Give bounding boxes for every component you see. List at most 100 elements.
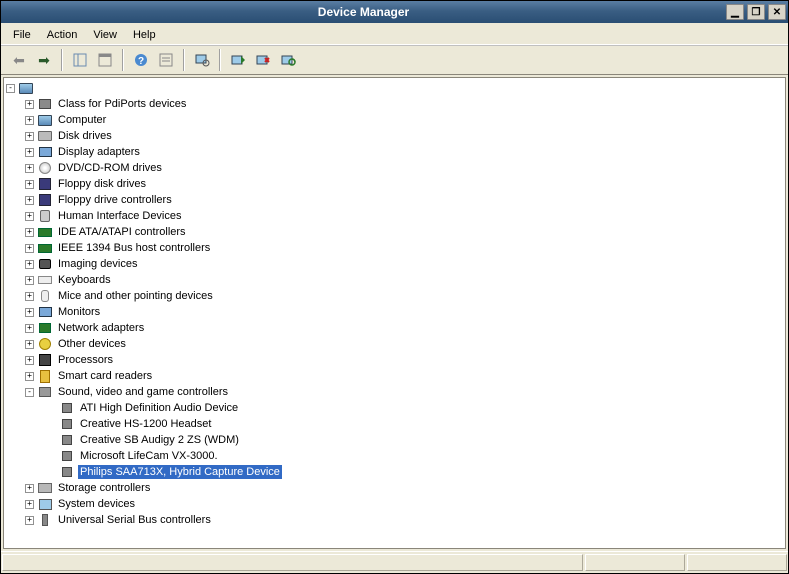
device-label[interactable]: ATI High Definition Audio Device (78, 401, 240, 415)
menu-view[interactable]: View (85, 27, 125, 43)
category-label[interactable]: Universal Serial Bus controllers (56, 513, 213, 527)
help-button[interactable]: ? (129, 48, 153, 72)
category-label[interactable]: Floppy disk drives (56, 177, 148, 191)
tree-device[interactable]: Creative HS-1200 Headset (44, 416, 785, 432)
tree-category[interactable]: + Floppy drive controllers (25, 192, 785, 208)
tree-category[interactable]: + Universal Serial Bus controllers (25, 512, 785, 528)
tree-category[interactable]: + IEEE 1394 Bus host controllers (25, 240, 785, 256)
expand-icon[interactable]: + (25, 228, 34, 237)
tree-category[interactable]: + Keyboards (25, 272, 785, 288)
category-label[interactable]: DVD/CD-ROM drives (56, 161, 164, 175)
category-label[interactable]: Human Interface Devices (56, 209, 184, 223)
tree-category[interactable]: + Imaging devices (25, 256, 785, 272)
category-label[interactable]: Keyboards (56, 273, 113, 287)
category-label[interactable]: Disk drives (56, 129, 114, 143)
scan-button[interactable] (190, 48, 214, 72)
category-label[interactable]: Network adapters (56, 321, 146, 335)
tree-view[interactable]: - + Class for PdiPorts devices + Computer + D… (3, 77, 786, 549)
expand-icon[interactable]: + (25, 212, 34, 221)
forward-button[interactable]: ➡ (32, 48, 56, 72)
update-driver-button[interactable] (226, 48, 250, 72)
tree-category[interactable]: + Storage controllers (25, 480, 785, 496)
category-label[interactable]: Other devices (56, 337, 128, 351)
tree-category[interactable]: + Network adapters (25, 320, 785, 336)
device-label[interactable]: Creative SB Audigy 2 ZS (WDM) (78, 433, 241, 447)
category-label[interactable]: System devices (56, 497, 137, 511)
console-tree-button[interactable] (68, 48, 92, 72)
titlebar[interactable]: Device Manager ▁ ❐ ✕ (1, 1, 788, 23)
category-label[interactable]: Smart card readers (56, 369, 154, 383)
tree-category[interactable]: + Smart card readers (25, 368, 785, 384)
toolbar-separator (61, 49, 63, 71)
category-label[interactable]: IDE ATA/ATAPI controllers (56, 225, 188, 239)
expand-icon[interactable]: + (25, 372, 34, 381)
expand-icon[interactable]: + (25, 260, 34, 269)
tree-category[interactable]: + IDE ATA/ATAPI controllers (25, 224, 785, 240)
back-button[interactable]: ⬅ (7, 48, 31, 72)
expand-icon[interactable]: + (25, 516, 34, 525)
minimize-button[interactable]: ▁ (726, 4, 744, 20)
expand-icon[interactable]: + (25, 500, 34, 509)
tree-category[interactable]: + System devices (25, 496, 785, 512)
category-label[interactable]: IEEE 1394 Bus host controllers (56, 241, 212, 255)
collapse-icon[interactable]: - (25, 388, 34, 397)
expand-icon[interactable]: + (25, 148, 34, 157)
tree-category[interactable]: + Class for PdiPorts devices (25, 96, 785, 112)
category-label[interactable]: Display adapters (56, 145, 142, 159)
tree-device[interactable]: Microsoft LifeCam VX-3000. (44, 448, 785, 464)
expand-icon[interactable]: + (25, 164, 34, 173)
expand-icon[interactable]: + (25, 340, 34, 349)
menu-help[interactable]: Help (125, 27, 164, 43)
category-label[interactable]: Floppy drive controllers (56, 193, 174, 207)
tree-device[interactable]: Philips SAA713X, Hybrid Capture Device (44, 464, 785, 480)
expand-icon[interactable]: + (25, 180, 34, 189)
expand-icon[interactable]: + (25, 484, 34, 493)
tree-category[interactable]: + Disk drives (25, 128, 785, 144)
close-button[interactable]: ✕ (768, 4, 786, 20)
tree-spacer (44, 404, 56, 413)
expand-icon[interactable]: + (25, 244, 34, 253)
collapse-icon[interactable]: - (6, 84, 15, 93)
tree-category[interactable]: + Floppy disk drives (25, 176, 785, 192)
category-label[interactable]: Computer (56, 113, 108, 127)
category-label[interactable]: Mice and other pointing devices (56, 289, 215, 303)
tree-category[interactable]: + Other devices (25, 336, 785, 352)
category-label[interactable]: Monitors (56, 305, 102, 319)
expand-icon[interactable]: + (25, 292, 34, 301)
tree-category[interactable]: + Monitors (25, 304, 785, 320)
tree-device[interactable]: ATI High Definition Audio Device (44, 400, 785, 416)
tree-category[interactable]: + Computer (25, 112, 785, 128)
uninstall-button[interactable] (251, 48, 275, 72)
expand-icon[interactable]: + (25, 356, 34, 365)
expand-icon[interactable]: + (25, 324, 34, 333)
tree-category[interactable]: + Mice and other pointing devices (25, 288, 785, 304)
expand-icon[interactable]: + (25, 276, 34, 285)
menu-file[interactable]: File (5, 27, 39, 43)
tree-category[interactable]: - Sound, video and game controllers (25, 384, 785, 400)
tree-root-node[interactable]: - + Class for PdiPorts devices + Computer + D… (6, 80, 785, 528)
category-label[interactable]: Sound, video and game controllers (56, 385, 230, 399)
disable-button[interactable] (276, 48, 300, 72)
tree-category[interactable]: + Display adapters (25, 144, 785, 160)
expand-icon[interactable]: + (25, 196, 34, 205)
root-label[interactable] (37, 87, 41, 89)
category-label[interactable]: Processors (56, 353, 115, 367)
show-hidden-button[interactable] (154, 48, 178, 72)
device-label[interactable]: Philips SAA713X, Hybrid Capture Device (78, 465, 282, 479)
expand-icon[interactable]: + (25, 308, 34, 317)
tree-category[interactable]: + Human Interface Devices (25, 208, 785, 224)
expand-icon[interactable]: + (25, 132, 34, 141)
expand-icon[interactable]: + (25, 100, 34, 109)
tree-category[interactable]: + DVD/CD-ROM drives (25, 160, 785, 176)
category-label[interactable]: Class for PdiPorts devices (56, 97, 188, 111)
device-label[interactable]: Microsoft LifeCam VX-3000. (78, 449, 220, 463)
expand-icon[interactable]: + (25, 116, 34, 125)
device-label[interactable]: Creative HS-1200 Headset (78, 417, 213, 431)
menu-action[interactable]: Action (39, 27, 86, 43)
tree-category[interactable]: + Processors (25, 352, 785, 368)
tree-device[interactable]: Creative SB Audigy 2 ZS (WDM) (44, 432, 785, 448)
category-label[interactable]: Storage controllers (56, 481, 152, 495)
properties-button[interactable] (93, 48, 117, 72)
category-label[interactable]: Imaging devices (56, 257, 140, 271)
maximize-button[interactable]: ❐ (747, 4, 765, 20)
